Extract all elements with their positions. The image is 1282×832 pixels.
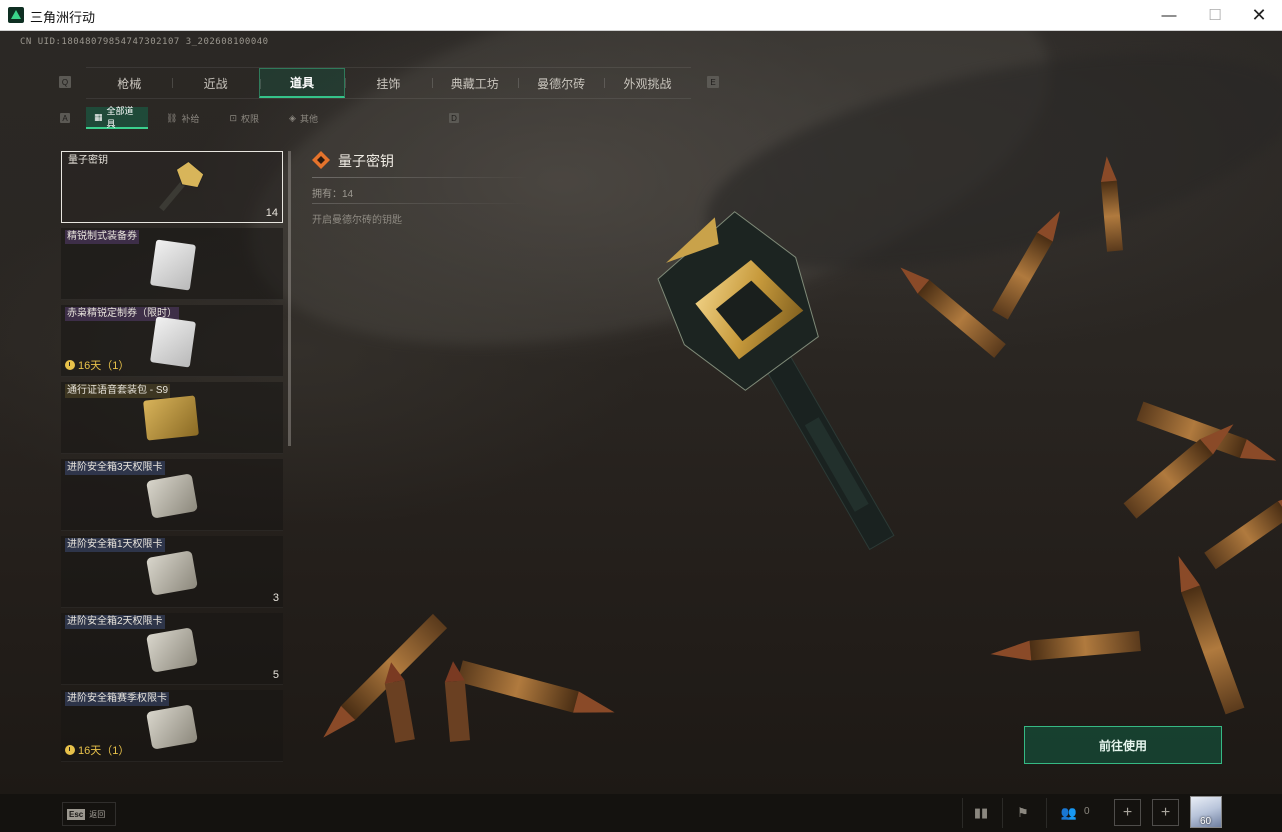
item-timer: 16天（1）: [65, 357, 129, 373]
access-card-icon: [146, 704, 198, 750]
detail-title: 量子密钥: [338, 153, 394, 169]
voice-pack-box-icon: [143, 395, 199, 441]
list-item[interactable]: 赤枭精锐定制券（限时） 16天（1）: [61, 305, 283, 377]
divider: [1002, 798, 1003, 828]
divider: [1046, 798, 1047, 828]
subtab-supply[interactable]: ⛓ 补给: [154, 107, 211, 129]
go-use-button[interactable]: 前往使用: [1024, 726, 1222, 764]
close-button[interactable]: ✕: [1236, 0, 1282, 30]
app-logo-icon: [8, 7, 24, 23]
back-button[interactable]: Esc 返回: [62, 802, 116, 826]
subtab-other-label: 其他: [299, 113, 318, 124]
subtab-all-items[interactable]: ▦ 全部道具: [86, 106, 148, 129]
divider: [312, 177, 530, 178]
supply-icon: ⛓: [166, 112, 178, 123]
access-card-icon: [146, 627, 198, 673]
sub-tab-bar: ▦ 全部道具 ⛓ 补给 ⊡ 权限 ◈ 其他: [86, 106, 336, 129]
list-item[interactable]: 进阶安全箱3天权限卡: [61, 459, 283, 531]
bottom-bar: Esc 返回 ▮▮ ⚑ 👥 0 + + 60: [0, 794, 1282, 832]
minimize-button[interactable]: —: [1146, 0, 1192, 30]
grid-icon: ▦: [94, 111, 103, 122]
list-item[interactable]: 通行证语音套装包 - S9: [61, 382, 283, 454]
item-timer-text: 16天（1）: [78, 745, 130, 757]
item-name: 量子密钥: [68, 155, 108, 166]
player-uid: CN UID:18048079854747302107 3_2026081000…: [20, 37, 269, 47]
tab-appearance-challenge[interactable]: 外观挑战: [604, 68, 690, 98]
flag-icon[interactable]: ⚑: [1010, 800, 1036, 826]
owned-count: 拥有：14: [312, 189, 354, 200]
diamond-icon: ◈: [289, 112, 296, 123]
detail-description: 开启曼德尔砖的钥匙: [312, 215, 402, 226]
tab-melee[interactable]: 近战: [172, 68, 258, 98]
item-list-scrollbar[interactable]: [288, 151, 291, 446]
item-timer: 16天（1）: [65, 742, 129, 758]
item-name: 进阶安全箱3天权限卡: [65, 461, 165, 475]
maximize-button[interactable]: ☐: [1192, 0, 1238, 30]
list-item[interactable]: 进阶安全箱1天权限卡 3: [61, 536, 283, 608]
item-count: 14: [265, 207, 278, 219]
key-hint-a: A: [60, 113, 70, 123]
key-hint-d: D: [449, 113, 459, 123]
item-name: 通行证语音套装包 - S9: [65, 384, 171, 398]
item-name: 进阶安全箱1天权限卡: [65, 538, 165, 552]
subtab-supply-label: 补给: [181, 113, 200, 124]
access-card-icon: [146, 473, 198, 519]
window-title: 三角洲行动: [30, 10, 96, 25]
item-timer-text: 16天（1）: [78, 360, 130, 372]
list-item[interactable]: 量子密钥 14: [61, 151, 283, 223]
window-titlebar: 三角洲行动 — ☐ ✕: [0, 0, 1282, 31]
main-tab-bar: 枪械 近战 道具 挂饰 典藏工坊 曼德尔砖 外观挑战: [86, 67, 691, 99]
rarity-diamond-icon: [312, 151, 330, 169]
subtab-all-items-label: 全部道具: [106, 106, 134, 129]
access-card-icon: [146, 550, 198, 596]
stats-chart-icon[interactable]: ▮▮: [968, 800, 994, 826]
add-teammate-button[interactable]: +: [1152, 799, 1179, 826]
list-item[interactable]: 进阶安全箱赛季权限卡 16天（1）: [61, 690, 283, 762]
divider: [962, 798, 963, 828]
add-teammate-button[interactable]: +: [1114, 799, 1141, 826]
item-name: 进阶安全箱赛季权限卡: [65, 692, 169, 706]
tab-collection-workshop[interactable]: 典藏工坊: [431, 68, 518, 98]
lock-icon: ⊡: [229, 112, 237, 123]
voucher-bag-icon: [149, 316, 197, 368]
voucher-bag-icon: [149, 239, 197, 291]
clock-icon: [65, 745, 75, 755]
clock-icon: [65, 360, 75, 370]
quantum-key-icon: [159, 160, 205, 212]
item-name: 进阶安全箱2天权限卡: [65, 615, 165, 629]
list-item[interactable]: 进阶安全箱2天权限卡 5: [61, 613, 283, 685]
divider: [312, 203, 530, 204]
tab-items[interactable]: 道具: [258, 68, 346, 98]
game-viewport: CN UID:18048079854747302107 3_2026081000…: [0, 31, 1282, 832]
player-level: 60: [1200, 816, 1212, 827]
friend-count: 0: [1084, 806, 1090, 817]
key-hint-q: Q: [59, 76, 71, 88]
list-item[interactable]: 精锐制式装备券: [61, 228, 283, 300]
item-count: 5: [272, 669, 279, 681]
item-list: 量子密钥 14 精锐制式装备券 赤枭精锐定制券（限时） 16天（1） 通行证语音…: [61, 151, 283, 766]
esc-key-hint: Esc: [67, 808, 86, 820]
subtab-permission-label: 权限: [241, 113, 260, 124]
bullets-decoration: [323, 156, 1282, 743]
key-hint-e: E: [707, 76, 719, 88]
quantum-key-render: [657, 211, 895, 551]
friends-icon[interactable]: 👥: [1056, 800, 1082, 826]
subtab-other[interactable]: ◈ 其他: [277, 107, 330, 129]
tab-mandel-brick[interactable]: 曼德尔砖: [517, 68, 604, 98]
tab-firearms[interactable]: 枪械: [86, 68, 172, 98]
tab-charms[interactable]: 挂饰: [345, 68, 431, 98]
item-count: 3: [272, 592, 279, 604]
item-name: 精锐制式装备券: [65, 230, 139, 244]
back-label: 返回: [89, 809, 106, 819]
subtab-permission[interactable]: ⊡ 权限: [217, 107, 271, 129]
